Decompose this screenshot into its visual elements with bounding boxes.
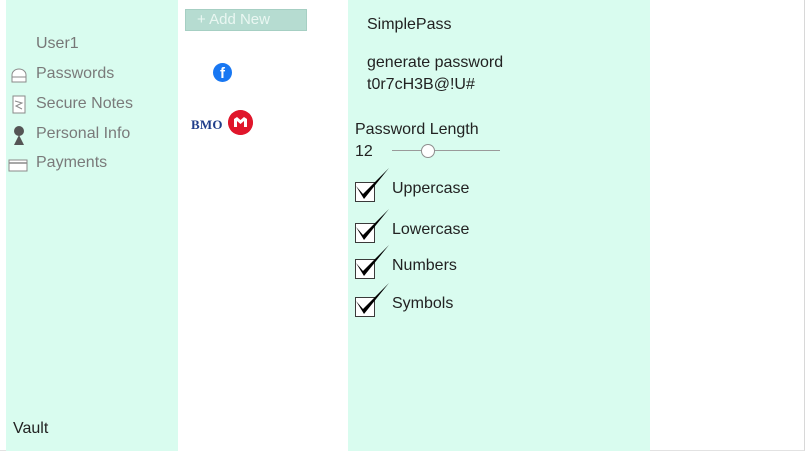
- lowercase-checkbox[interactable]: Lowercase: [355, 209, 555, 245]
- generator-panel: SimplePass generate password t0r7cH3B@!U…: [348, 0, 650, 451]
- sidebar-item-secure-notes[interactable]: Secure Notes: [6, 93, 176, 117]
- person-icon: [14, 126, 24, 145]
- password-length-value: 12: [355, 143, 373, 160]
- slider-thumb[interactable]: [421, 144, 435, 158]
- safe-icon: [11, 68, 27, 83]
- uppercase-checkbox[interactable]: Uppercase: [355, 168, 555, 204]
- sidebar-item-label: Passwords: [36, 65, 115, 82]
- checkbox-label: Uppercase: [392, 180, 470, 197]
- user-name: User1: [36, 35, 79, 52]
- password-length-label: Password Length: [355, 121, 479, 138]
- sidebar-item-personal-info[interactable]: Personal Info: [6, 123, 176, 147]
- checkmark-icon: [356, 283, 389, 314]
- slider-track: [392, 150, 500, 151]
- sidebar: User1 Passwords Secure Notes Personal In…: [6, 0, 178, 451]
- sidebar-item-passwords[interactable]: Passwords: [6, 63, 176, 87]
- add-new-button[interactable]: + Add New: [185, 9, 307, 31]
- generate-password-label: generate password: [367, 54, 504, 71]
- facebook-icon[interactable]: f: [213, 63, 232, 82]
- sidebar-item-label: Personal Info: [36, 125, 131, 142]
- symbols-checkbox[interactable]: Symbols: [355, 283, 555, 319]
- bmo-logo-text: BMO: [191, 117, 223, 132]
- checkmark-icon: [356, 245, 389, 276]
- checkbox-label: Numbers: [392, 257, 457, 274]
- card-icon: [8, 159, 28, 172]
- app-window: User1 Passwords Secure Notes Personal In…: [0, 0, 805, 451]
- generated-password: t0r7cH3B@!U#: [367, 76, 475, 93]
- sidebar-item-label: Secure Notes: [36, 95, 133, 112]
- checkmark-icon: [356, 168, 389, 199]
- sidebar-item-label: Payments: [36, 154, 108, 171]
- checkbox-label: Symbols: [392, 295, 454, 312]
- note-icon: [12, 95, 26, 114]
- vault-label: Vault: [13, 420, 49, 437]
- checkbox-label: Lowercase: [392, 221, 470, 238]
- bmo-logo: [228, 110, 253, 135]
- numbers-checkbox[interactable]: Numbers: [355, 245, 555, 281]
- password-length-slider[interactable]: [392, 144, 500, 158]
- checkmark-icon: [356, 209, 389, 240]
- app-name: SimplePass: [367, 16, 452, 33]
- entries-list: + Add New f BMO: [178, 0, 348, 451]
- sidebar-item-payments[interactable]: Payments: [6, 152, 176, 176]
